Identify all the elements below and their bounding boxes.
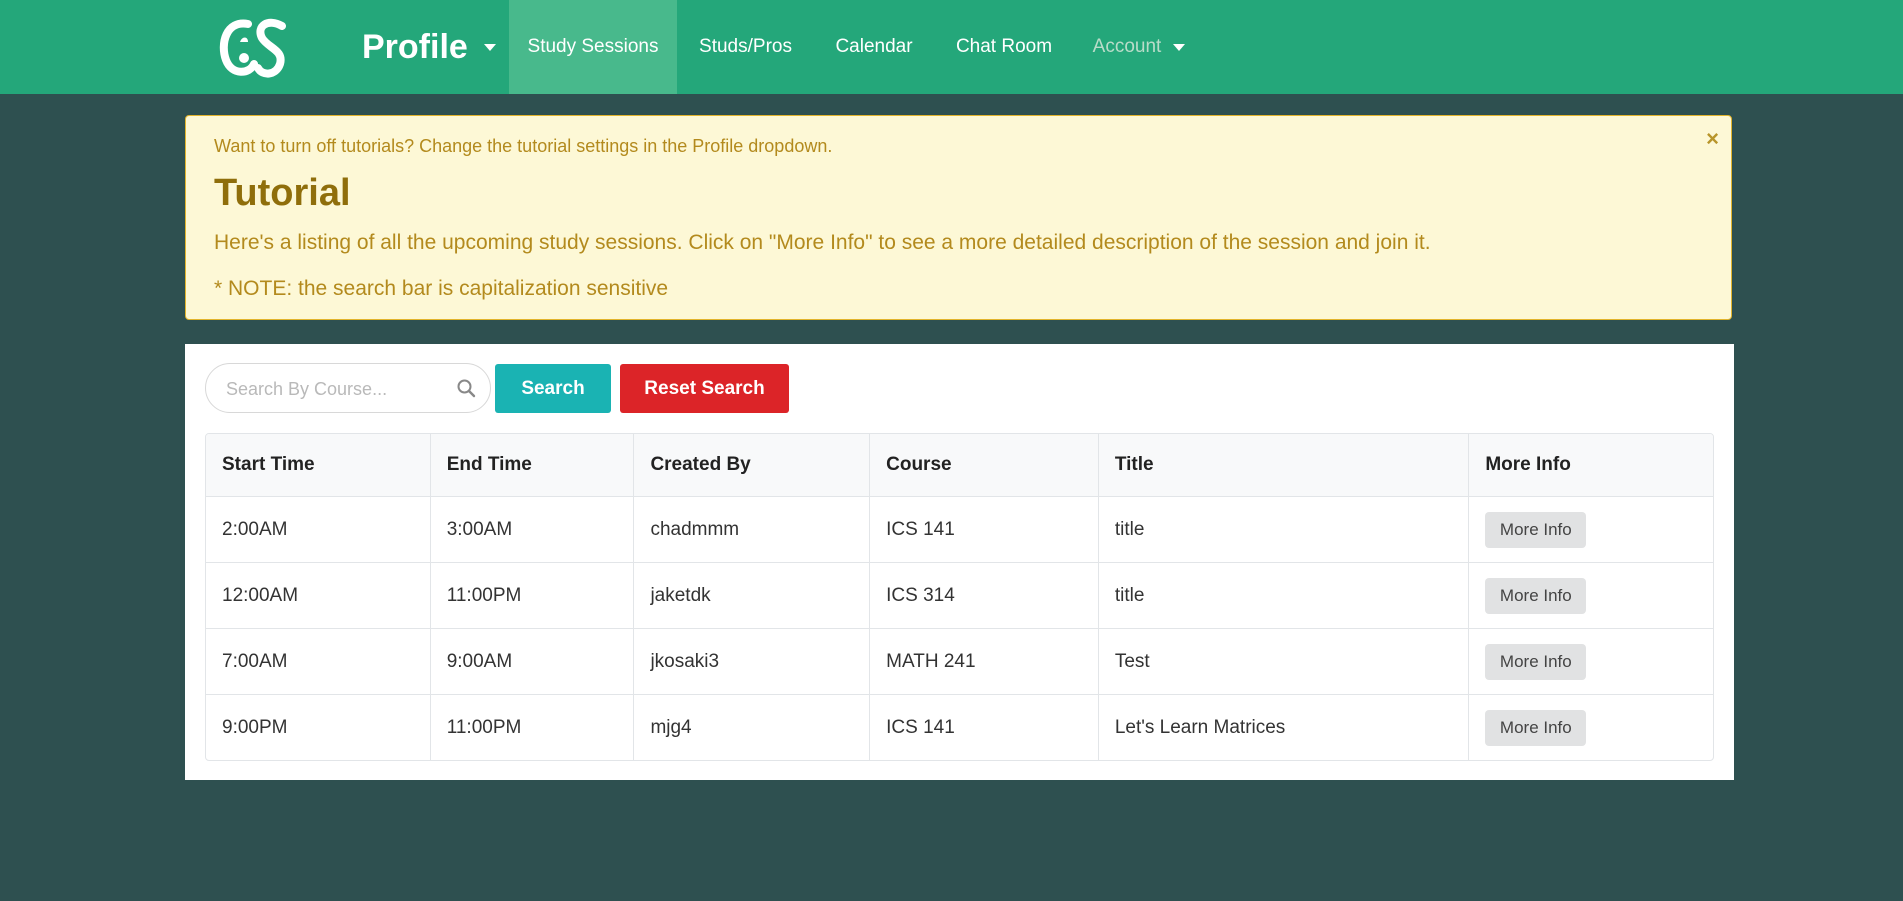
top-navbar: Profile Study Sessions Studs/Pros Calend…: [0, 0, 1903, 94]
search-note: * NOTE: the search bar is capitalization…: [214, 277, 669, 300]
nav-studs-pros[interactable]: Studs/Pros: [677, 0, 814, 94]
cell-created-by: jaketdk: [633, 563, 869, 628]
tutorial-alert: Want to turn off tutorials? Change the t…: [185, 115, 1732, 320]
search-input[interactable]: [224, 364, 448, 414]
cell-more-info: More Info: [1468, 695, 1713, 760]
header-end-time: End Time: [429, 434, 634, 496]
tutorial-settings-note: Want to turn off tutorials? Change the t…: [214, 136, 833, 156]
cell-end-time: 3:00AM: [429, 497, 634, 562]
table-header-row: Start Time End Time Created By Course Ti…: [206, 434, 1713, 496]
cell-course: ICS 314: [869, 563, 1098, 628]
more-info-button[interactable]: More Info: [1485, 511, 1587, 548]
tutorial-description: Here's a listing of all the upcoming stu…: [214, 231, 1431, 254]
table-row: 12:00AM 11:00PM jaketdk ICS 314 title Mo…: [206, 562, 1713, 628]
cell-start-time: 7:00AM: [222, 650, 288, 672]
header-more-info: More Info: [1468, 434, 1713, 496]
search-box: [205, 363, 491, 414]
header-title: Title: [1097, 434, 1469, 496]
account-dropdown[interactable]: Account: [1074, 0, 1204, 94]
cell-created-by: jkosaki3: [633, 629, 869, 694]
nav-calendar-label: Calendar: [835, 36, 913, 57]
cell-title: title: [1097, 497, 1469, 562]
nav-calendar[interactable]: Calendar: [814, 0, 934, 94]
profile-dropdown[interactable]: Profile: [362, 0, 496, 94]
cell-more-info: More Info: [1468, 563, 1713, 628]
cs-logo-icon[interactable]: [218, 14, 290, 80]
nav-study-sessions-label: Study Sessions: [527, 36, 659, 57]
nav-studs-pros-label: Studs/Pros: [699, 36, 792, 57]
nav-chat-room-label: Chat Room: [955, 36, 1053, 57]
cell-created-by: mjg4: [633, 695, 869, 760]
caret-down-icon: [1173, 43, 1186, 51]
close-icon[interactable]: ×: [1706, 128, 1719, 150]
more-info-button[interactable]: More Info: [1485, 643, 1587, 680]
cell-start-time: 2:00AM: [222, 518, 288, 540]
cell-start-time: 12:00AM: [222, 584, 299, 606]
cell-end-time: 11:00PM: [429, 563, 634, 628]
search-button[interactable]: Search: [495, 364, 611, 413]
nav-chat-room[interactable]: Chat Room: [934, 0, 1074, 94]
more-info-button[interactable]: More Info: [1485, 709, 1587, 746]
reset-search-button[interactable]: Reset Search: [620, 364, 789, 413]
table-row: 2:00AM 3:00AM chadmmm ICS 141 title More…: [206, 496, 1713, 562]
sessions-table: Start Time End Time Created By Course Ti…: [205, 433, 1714, 761]
cell-title: Let's Learn Matrices: [1097, 695, 1469, 760]
cell-more-info: More Info: [1468, 629, 1713, 694]
cell-title: Test: [1097, 629, 1469, 694]
table-row: 9:00PM 11:00PM mjg4 ICS 141 Let's Learn …: [206, 694, 1713, 760]
account-label: Account: [1092, 36, 1162, 57]
nav-study-sessions[interactable]: Study Sessions: [509, 0, 677, 94]
more-info-button[interactable]: More Info: [1485, 577, 1587, 614]
sessions-panel: Search Reset Search Start Time End Time …: [185, 344, 1734, 780]
cell-course: ICS 141: [869, 497, 1098, 562]
cell-title: title: [1097, 563, 1469, 628]
cell-course: MATH 241: [869, 629, 1098, 694]
search-icon[interactable]: [456, 378, 476, 398]
cell-end-time: 9:00AM: [429, 629, 634, 694]
table-row: 7:00AM 9:00AM jkosaki3 MATH 241 Test Mor…: [206, 628, 1713, 694]
cell-more-info: More Info: [1468, 497, 1713, 562]
cell-created-by: chadmmm: [633, 497, 869, 562]
header-created-by: Created By: [633, 434, 869, 496]
header-course: Course: [869, 434, 1098, 496]
cell-end-time: 11:00PM: [429, 695, 634, 760]
profile-label: Profile: [362, 27, 468, 66]
tutorial-title: Tutorial: [214, 172, 351, 214]
cell-start-time: 9:00PM: [222, 716, 288, 738]
caret-down-icon: [483, 43, 496, 51]
cell-course: ICS 141: [869, 695, 1098, 760]
header-start-time: Start Time: [222, 454, 315, 475]
